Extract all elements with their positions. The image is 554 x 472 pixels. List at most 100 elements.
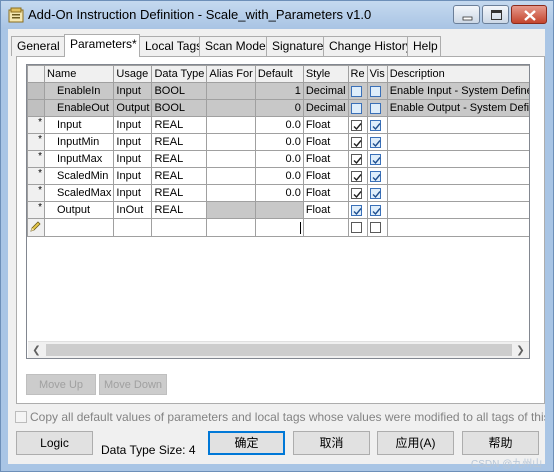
column-header-visible[interactable]: Vis <box>366 65 388 83</box>
param-data-type[interactable]: BOOL <box>151 99 208 117</box>
param-data-type[interactable]: REAL <box>151 201 208 219</box>
new-param-style[interactable] <box>302 218 349 237</box>
required-checkbox[interactable] <box>350 85 362 97</box>
cancel-button[interactable]: 取消 <box>293 431 370 455</box>
move-up-button[interactable]: Move Up <box>26 374 96 395</box>
param-visible-cell[interactable] <box>366 116 388 134</box>
column-header-usage[interactable]: Usage <box>113 65 153 83</box>
ok-button[interactable]: 确定 <box>208 431 285 455</box>
table-row[interactable]: * Output InOut REAL Float <box>27 201 529 219</box>
param-default[interactable] <box>254 201 304 219</box>
maximize-button[interactable] <box>482 5 509 24</box>
param-style[interactable]: Decimal <box>302 82 349 100</box>
param-style[interactable]: Decimal <box>302 99 349 117</box>
row-header[interactable]: * <box>27 184 45 202</box>
param-default[interactable]: 0 <box>254 99 304 117</box>
new-param-data-type[interactable] <box>151 218 208 237</box>
move-down-button[interactable]: Move Down <box>99 374 167 395</box>
param-style[interactable]: Float <box>302 116 349 134</box>
param-usage[interactable]: Input <box>113 184 153 202</box>
param-visible-cell[interactable] <box>366 133 388 151</box>
param-usage[interactable]: Output <box>113 99 153 117</box>
table-row[interactable]: * InputMax Input REAL 0.0 Float <box>27 150 529 168</box>
param-default[interactable]: 0.0 <box>254 167 304 185</box>
param-description[interactable]: Enable Input - System Defined <box>386 82 529 100</box>
param-visible-cell[interactable] <box>366 201 388 219</box>
scrollbar-thumb[interactable] <box>46 344 512 356</box>
new-param-alias-for[interactable] <box>206 218 256 237</box>
param-alias-for[interactable] <box>206 133 256 151</box>
table-row[interactable]: * Input Input REAL 0.0 Float <box>27 116 529 134</box>
parameters-grid[interactable]: Name Usage Data Type Alias For Default S… <box>26 64 530 359</box>
param-name[interactable]: ScaledMin <box>43 167 115 185</box>
param-data-type[interactable]: REAL <box>151 184 208 202</box>
param-alias-for[interactable] <box>206 116 256 134</box>
param-visible-cell[interactable] <box>366 184 388 202</box>
param-description[interactable] <box>386 116 529 134</box>
visible-checkbox[interactable] <box>369 222 381 234</box>
horizontal-scrollbar[interactable]: ❮ ❯ <box>28 341 529 358</box>
param-description[interactable] <box>386 167 529 185</box>
minimize-button[interactable] <box>453 5 480 24</box>
column-header-default[interactable]: Default <box>254 65 304 83</box>
tab-change-history[interactable]: Change History <box>323 36 412 56</box>
param-description[interactable] <box>386 201 529 219</box>
param-style[interactable]: Float <box>302 184 349 202</box>
param-usage[interactable]: Input <box>113 167 153 185</box>
param-style[interactable]: Float <box>302 167 349 185</box>
tab-parameters[interactable]: Parameters* <box>64 34 140 57</box>
param-name[interactable]: InputMax <box>43 150 115 168</box>
new-param-visible-cell[interactable] <box>366 218 388 237</box>
param-name[interactable]: EnableIn <box>43 82 115 100</box>
required-checkbox[interactable] <box>350 119 362 131</box>
column-header-required[interactable]: Re <box>347 65 368 83</box>
param-usage[interactable]: InOut <box>113 201 153 219</box>
param-style[interactable]: Float <box>302 150 349 168</box>
row-header[interactable]: * <box>27 150 45 168</box>
param-default[interactable]: 1 <box>254 82 304 100</box>
param-data-type[interactable]: REAL <box>151 150 208 168</box>
param-description[interactable] <box>386 184 529 202</box>
param-required-cell[interactable] <box>347 167 368 185</box>
close-button[interactable] <box>511 5 547 24</box>
visible-checkbox[interactable] <box>369 204 381 216</box>
param-required-cell[interactable] <box>347 99 368 117</box>
param-alias-for[interactable] <box>206 82 256 100</box>
param-data-type[interactable]: REAL <box>151 133 208 151</box>
required-checkbox[interactable] <box>350 153 362 165</box>
new-param-description[interactable] <box>386 218 529 237</box>
new-param-default[interactable] <box>254 218 304 237</box>
column-header-data-type[interactable]: Data Type <box>151 65 208 83</box>
param-usage[interactable]: Input <box>113 82 153 100</box>
param-default[interactable]: 0.0 <box>254 150 304 168</box>
apply-button[interactable]: 应用(A) <box>377 431 454 455</box>
tab-help[interactable]: Help <box>407 36 441 56</box>
visible-checkbox[interactable] <box>369 187 381 199</box>
param-visible-cell[interactable] <box>366 167 388 185</box>
param-visible-cell[interactable] <box>366 150 388 168</box>
param-alias-for[interactable] <box>206 150 256 168</box>
param-name[interactable]: EnableOut <box>43 99 115 117</box>
tab-signature[interactable]: Signature <box>266 36 324 56</box>
param-name[interactable]: Input <box>43 116 115 134</box>
row-header[interactable]: * <box>27 116 45 134</box>
title-bar[interactable]: Add-On Instruction Definition - Scale_wi… <box>1 1 553 29</box>
param-name[interactable]: InputMin <box>43 133 115 151</box>
row-header[interactable] <box>27 99 45 117</box>
table-row[interactable]: * InputMin Input REAL 0.0 Float <box>27 133 529 151</box>
tab-local-tags[interactable]: Local Tags <box>139 36 202 56</box>
row-header[interactable] <box>27 82 45 100</box>
visible-checkbox[interactable] <box>369 85 381 97</box>
row-header[interactable]: * <box>27 167 45 185</box>
param-data-type[interactable]: REAL <box>151 116 208 134</box>
param-usage[interactable]: Input <box>113 133 153 151</box>
param-style[interactable]: Float <box>302 201 349 219</box>
param-alias-for[interactable] <box>206 184 256 202</box>
required-checkbox[interactable] <box>350 204 362 216</box>
logic-button[interactable]: Logic <box>16 431 93 455</box>
column-header-alias-for[interactable]: Alias For <box>206 65 256 83</box>
param-usage[interactable]: Input <box>113 150 153 168</box>
visible-checkbox[interactable] <box>369 119 381 131</box>
visible-checkbox[interactable] <box>369 136 381 148</box>
param-description[interactable] <box>386 133 529 151</box>
